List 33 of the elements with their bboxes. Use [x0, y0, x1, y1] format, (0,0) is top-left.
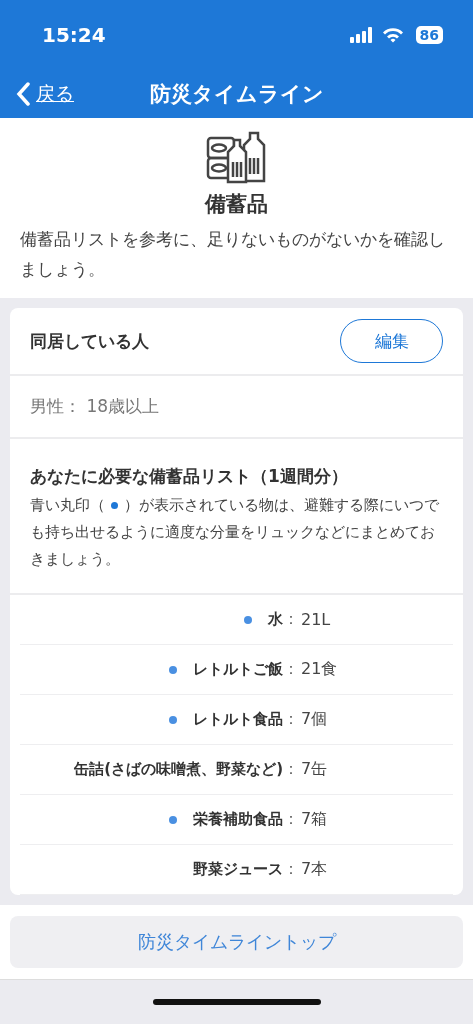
separator: ： — [283, 709, 299, 730]
list-note: 青い丸印（ ）が表示されている物は、避難する際にいつでも持ち出せるように適度な分量をリュックなどにまとめておきましょう。 — [30, 495, 440, 570]
screen-title: 防災タイムライン — [149, 81, 324, 108]
item-amount: 7缶 — [301, 759, 328, 780]
battery-level: 86 — [415, 26, 443, 44]
item-amount: 21食 — [301, 659, 338, 680]
item-amount: 7個 — [301, 709, 328, 730]
item-name: 野菜ジュース — [193, 860, 283, 879]
list-title: あなたに必要な備蓄品リスト（1週間分） — [30, 465, 349, 488]
edit-button[interactable]: 編集 — [340, 319, 443, 363]
chevron-left-icon — [16, 82, 30, 106]
item-name: 水 — [268, 610, 283, 629]
section-description: 備蓄品リストを参考に、足りないものがないかを確認しましょう。 — [20, 228, 446, 281]
separator: ： — [283, 759, 299, 780]
card-title: 同居している人 — [30, 329, 150, 353]
section-title: 備蓄品 — [205, 191, 268, 218]
household-member: 男性： 18歳以上 — [30, 395, 160, 418]
wifi-icon — [381, 27, 404, 43]
item-amount: 21L — [301, 610, 331, 629]
item-name: 栄養補助食品 — [193, 810, 283, 829]
dot-icon — [111, 502, 118, 509]
separator: ： — [283, 809, 299, 830]
status-time: 15:24 — [42, 23, 107, 47]
item-amount: 7箱 — [301, 809, 328, 830]
signal-icon — [349, 27, 374, 43]
timeline-top-button[interactable]: 防災タイムライントップ — [10, 916, 463, 968]
separator: ： — [283, 609, 299, 630]
item-amount: 7本 — [301, 859, 328, 880]
separator: ： — [283, 859, 299, 880]
separator: ： — [283, 659, 299, 680]
item-name: 缶詰(さばの味噌煮、野菜など) — [74, 760, 283, 779]
item-name: レトルト食品 — [193, 710, 283, 729]
item-name: レトルトご飯 — [193, 660, 283, 679]
